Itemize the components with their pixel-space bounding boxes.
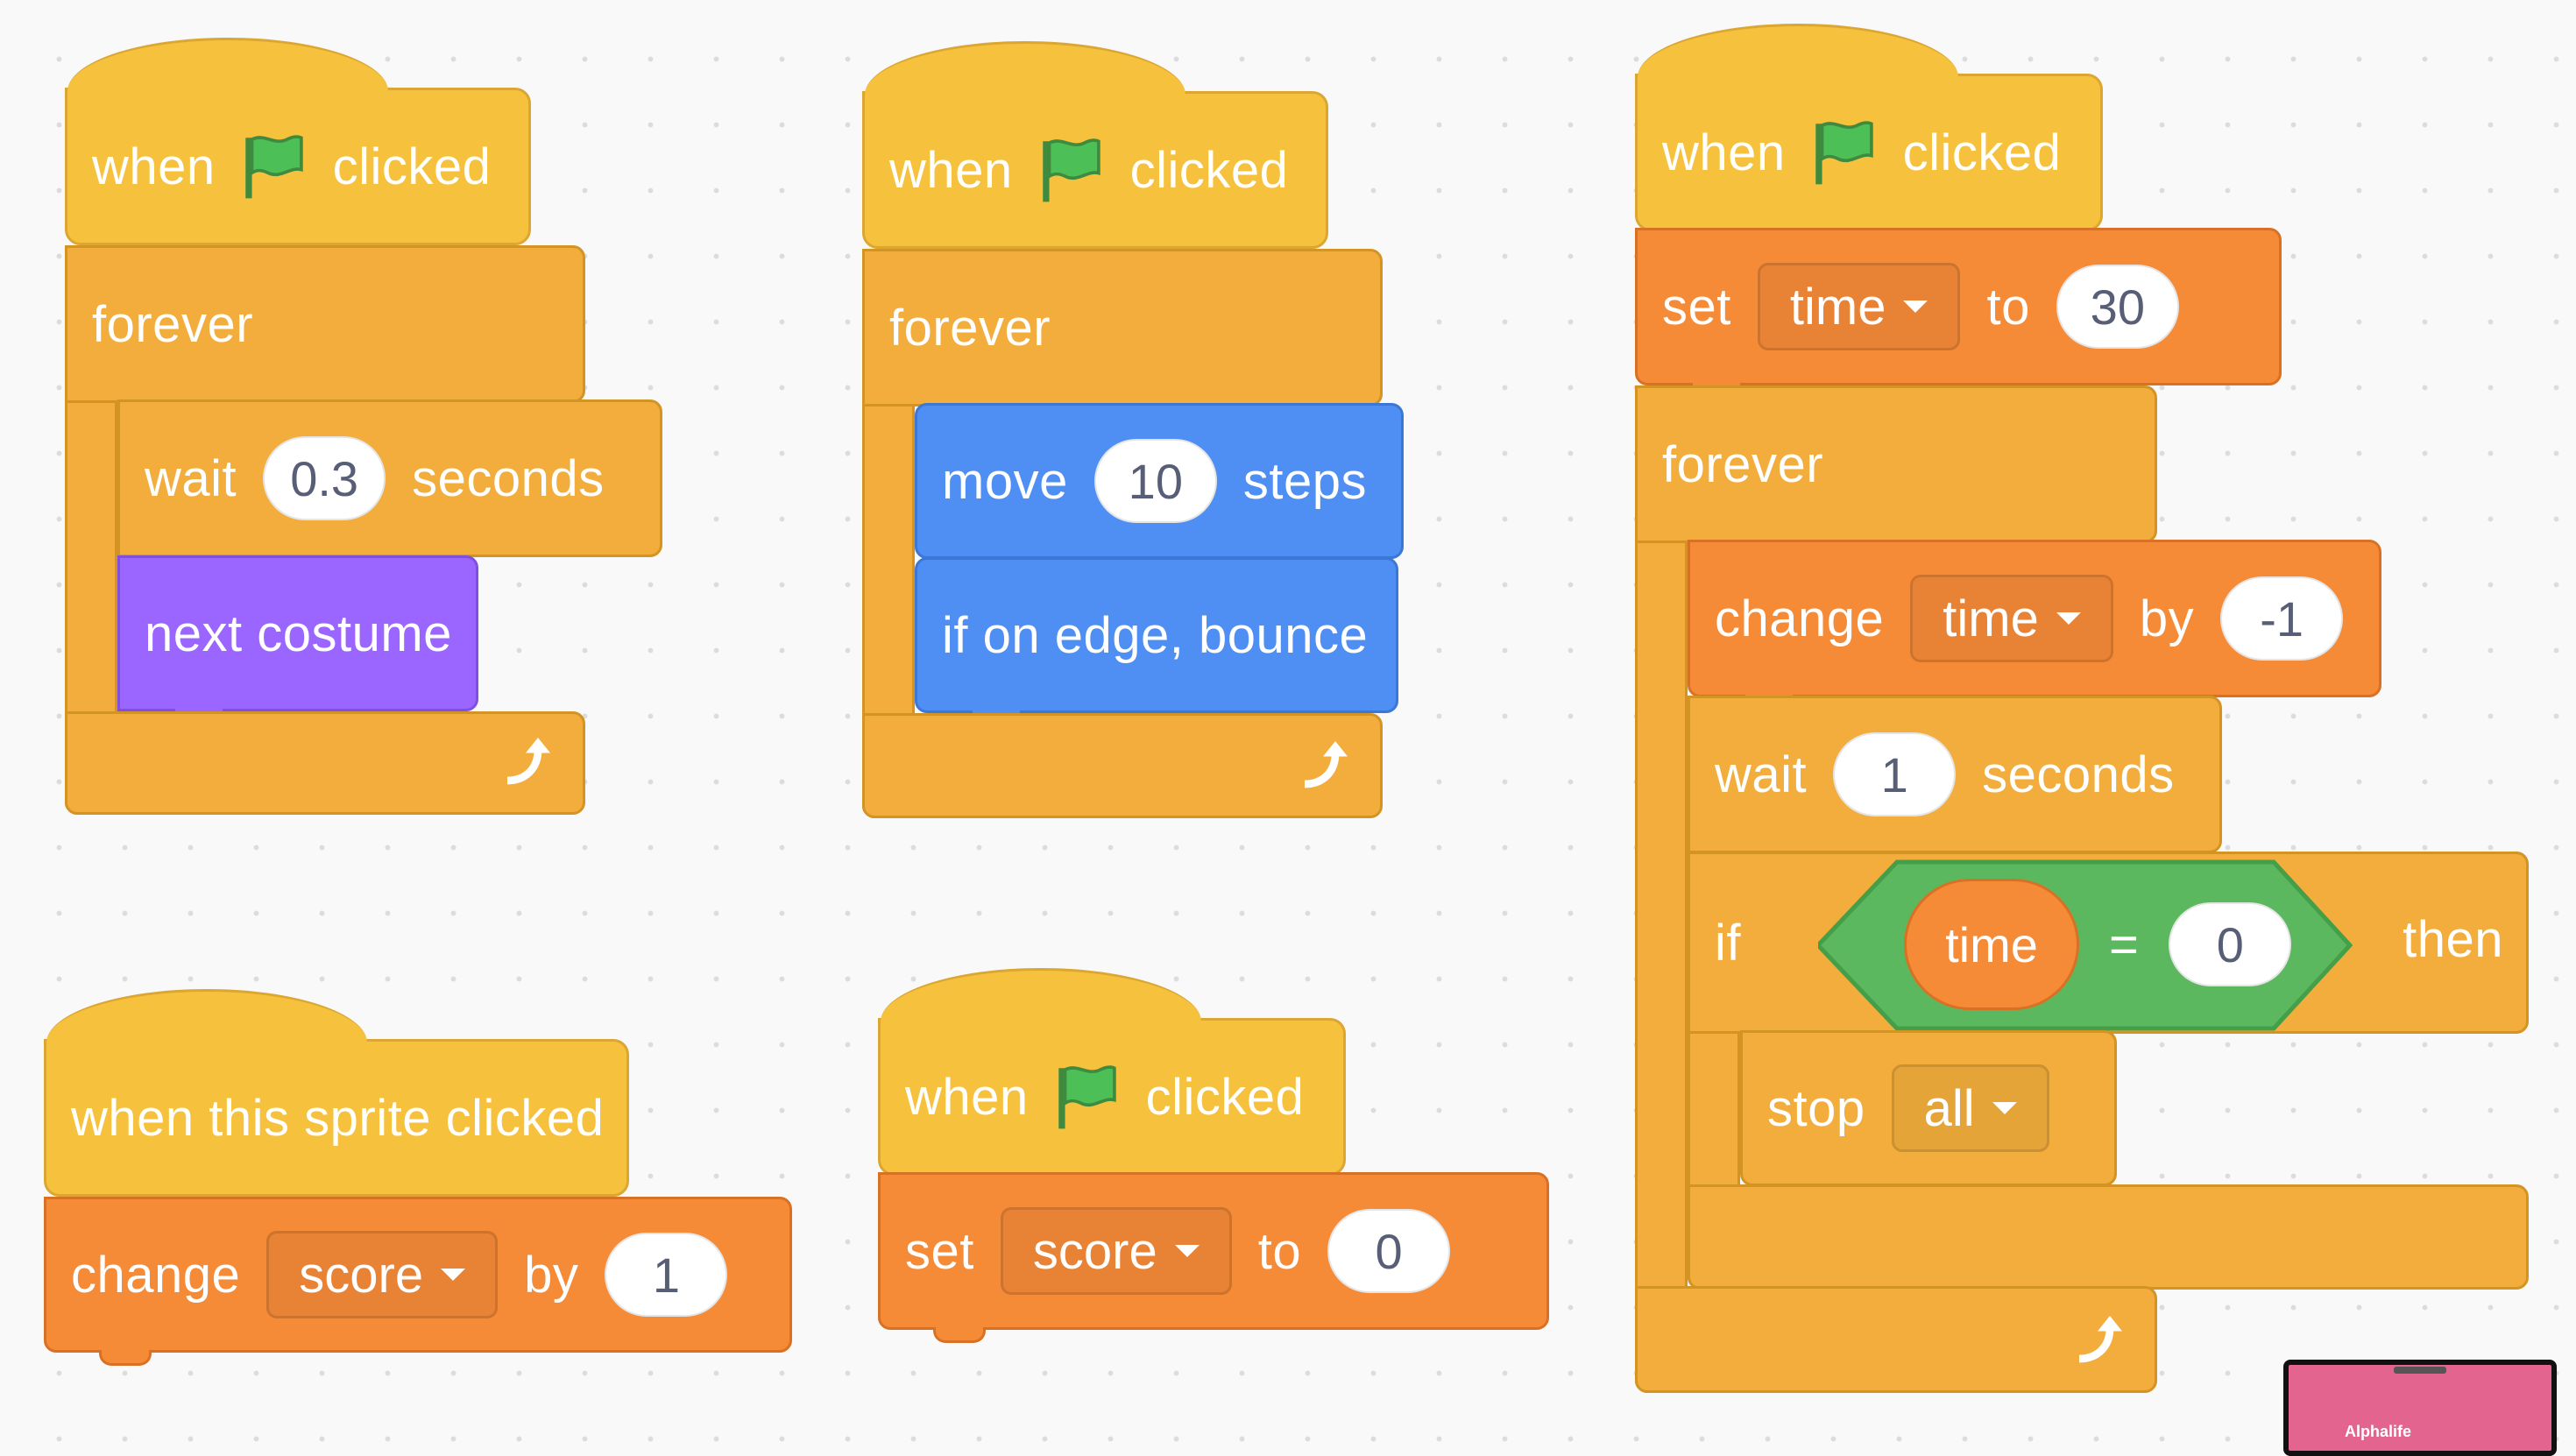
to-label: to — [1986, 278, 2030, 336]
clicked-label: clicked — [1145, 1068, 1305, 1126]
steps-label: steps — [1242, 452, 1367, 510]
when-flag-clicked-block[interactable]: when clicked — [862, 41, 1328, 249]
if-then-block[interactable]: if time = 0 then — [1688, 852, 2529, 1034]
when-flag-clicked-block[interactable]: when clicked — [1635, 24, 2103, 231]
variable-dropdown[interactable]: score — [1000, 1207, 1232, 1295]
chevron-down-icon — [1174, 1245, 1200, 1257]
wait-block[interactable]: wait 0.3 seconds — [117, 399, 662, 557]
next-costume-block[interactable]: next costume — [117, 555, 478, 724]
if-label: if — [1715, 914, 1741, 972]
then-label: then — [2403, 911, 2503, 968]
wait-block[interactable]: wait 1 seconds — [1688, 696, 2222, 853]
set-value-input[interactable]: 0 — [1327, 1209, 1451, 1293]
video-thumbnail[interactable]: Alphalife — [2283, 1360, 2557, 1456]
when-label: when — [889, 141, 1013, 199]
forever-label: forever — [92, 295, 254, 353]
chevron-down-icon — [1903, 300, 1928, 313]
forever-block[interactable]: forever — [862, 249, 1383, 406]
thumbnail-bar — [2394, 1367, 2446, 1374]
by-label: by — [2139, 590, 2195, 647]
chevron-down-icon — [441, 1269, 466, 1281]
seconds-label: seconds — [412, 449, 605, 507]
clicked-label: clicked — [1129, 141, 1289, 199]
chevron-down-icon — [2056, 612, 2081, 625]
green-flag-icon — [244, 135, 303, 199]
time-variable-reporter[interactable]: time — [1904, 879, 2079, 1010]
when-flag-clicked-block[interactable]: when clicked — [65, 38, 531, 245]
change-variable-block[interactable]: change time by -1 — [1688, 540, 2381, 710]
loop-arrow-icon — [1304, 741, 1348, 788]
stop-block[interactable]: stop all — [1740, 1030, 2117, 1186]
variable-name: time — [1789, 278, 1886, 336]
chevron-down-icon — [1992, 1102, 2017, 1114]
change-value-input[interactable]: -1 — [2220, 576, 2344, 661]
by-label: by — [524, 1246, 579, 1304]
set-label: set — [905, 1222, 974, 1280]
forever-label: forever — [1662, 435, 1824, 493]
clicked-label: clicked — [1902, 124, 2062, 181]
stop-option: all — [1923, 1079, 1975, 1137]
change-value-input[interactable]: 1 — [605, 1233, 728, 1317]
equals-label: = — [2109, 915, 2140, 973]
compare-value-input[interactable]: 0 — [2169, 902, 2292, 986]
variable-name: score — [1032, 1222, 1157, 1280]
move-steps-block[interactable]: move 10 steps — [915, 403, 1404, 559]
variable-name: time — [1943, 590, 2039, 647]
forever-bottom — [65, 711, 585, 815]
seconds-label: seconds — [1982, 746, 2175, 803]
forever-bottom — [1635, 1286, 2157, 1393]
forever-bottom — [862, 713, 1383, 818]
when-this-sprite-clicked-label: when this sprite clicked — [71, 1089, 605, 1147]
if-bottom — [1688, 1184, 2529, 1290]
wait-label: wait — [145, 449, 237, 507]
loop-arrow-icon — [506, 738, 550, 785]
variable-name: score — [299, 1246, 424, 1304]
when-this-sprite-clicked-block[interactable]: when this sprite clicked — [44, 989, 629, 1197]
variable-dropdown[interactable]: score — [266, 1231, 499, 1318]
wait-seconds-input[interactable]: 1 — [1833, 732, 1957, 816]
when-label: when — [1662, 124, 1786, 181]
to-label: to — [1257, 1222, 1302, 1280]
loop-arrow-icon — [2078, 1316, 2122, 1363]
green-flag-icon — [1815, 121, 1873, 185]
thumbnail-label: Alphalife — [2345, 1423, 2412, 1440]
change-label: change — [71, 1246, 241, 1304]
set-label: set — [1662, 278, 1731, 336]
forever-block[interactable]: forever — [1635, 385, 2157, 543]
green-flag-icon — [1058, 1065, 1116, 1129]
variable-dropdown[interactable]: time — [1910, 575, 2113, 662]
set-value-input[interactable]: 30 — [2056, 265, 2179, 349]
when-flag-clicked-block[interactable]: when clicked — [878, 968, 1346, 1176]
wait-seconds-input[interactable]: 0.3 — [263, 436, 386, 520]
when-label: when — [92, 138, 216, 195]
move-steps-input[interactable]: 10 — [1093, 439, 1217, 523]
set-score-block[interactable]: set score to 0 — [878, 1172, 1549, 1343]
set-variable-block[interactable]: set time to 30 — [1635, 228, 2282, 399]
green-flag-icon — [1042, 138, 1100, 202]
forever-block[interactable]: forever — [65, 245, 585, 403]
variable-dropdown[interactable]: time — [1757, 263, 1961, 350]
clicked-label: clicked — [332, 138, 492, 195]
wait-label: wait — [1715, 746, 1808, 803]
if-on-edge-bounce-label: if on edge, bounce — [942, 606, 1369, 664]
move-label: move — [942, 452, 1068, 510]
change-label: change — [1715, 590, 1885, 647]
change-score-block[interactable]: change score by 1 — [44, 1197, 792, 1366]
when-label: when — [905, 1068, 1029, 1126]
next-costume-label: next costume — [145, 604, 452, 662]
code-workspace[interactable]: when clicked forever wait 0.3 seconds ne… — [0, 0, 2576, 1456]
forever-label: forever — [889, 299, 1051, 357]
stop-option-dropdown[interactable]: all — [1891, 1064, 2049, 1152]
stop-label: stop — [1767, 1079, 1865, 1137]
if-on-edge-bounce-block[interactable]: if on edge, bounce — [915, 557, 1398, 726]
